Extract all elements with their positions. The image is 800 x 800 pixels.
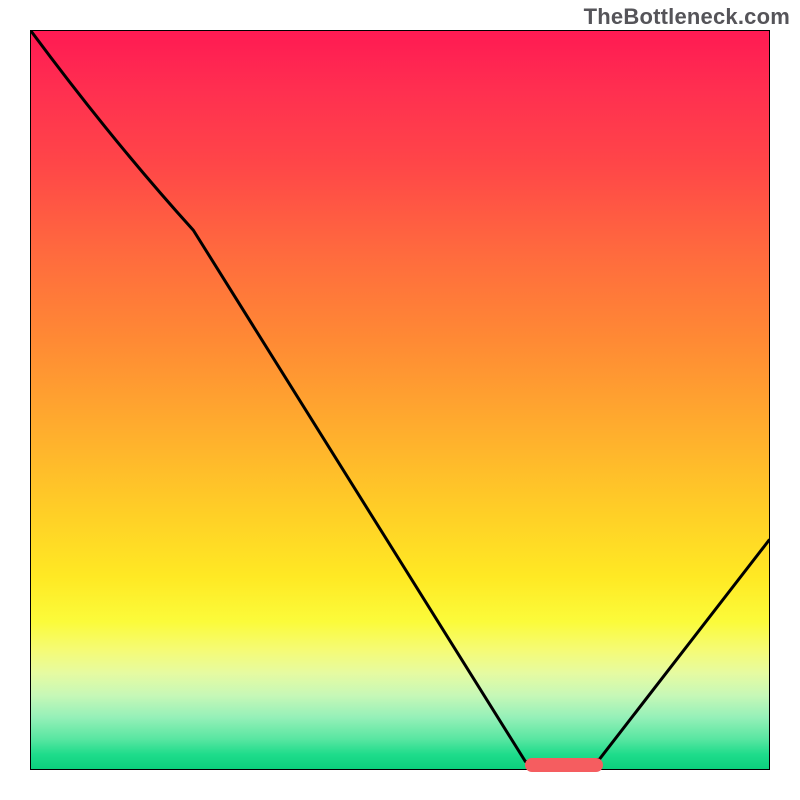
watermark-text: TheBottleneck.com <box>584 4 790 30</box>
bottleneck-curve-path <box>31 31 769 762</box>
optimal-range-marker <box>525 758 603 772</box>
chart-container: TheBottleneck.com <box>0 0 800 800</box>
plot-area <box>30 30 770 770</box>
plot-overlay <box>31 31 769 769</box>
